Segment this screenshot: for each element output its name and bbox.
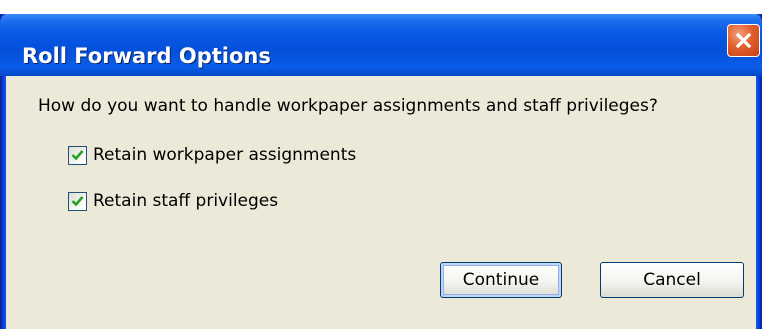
dialog-body: How do you want to handle workpaper assi… (6, 76, 756, 329)
retain-staff-privileges-checkbox[interactable] (68, 191, 87, 211)
retain-workpaper-assignments-checkbox[interactable] (68, 145, 87, 165)
dialog-window: Roll Forward Options How do you want to … (0, 0, 762, 329)
cancel-button[interactable]: Cancel (600, 262, 744, 298)
option-retain-workpaper-assignments[interactable]: Retain workpaper assignments (68, 145, 356, 165)
continue-button[interactable]: Continue (440, 262, 562, 298)
checkmark-icon (71, 196, 84, 207)
window-title: Roll Forward Options (22, 44, 271, 68)
checkmark-icon (71, 150, 84, 161)
option-retain-staff-privileges[interactable]: Retain staff privileges (68, 191, 278, 211)
close-button[interactable] (727, 24, 760, 57)
retain-workpaper-assignments-label[interactable]: Retain workpaper assignments (93, 145, 356, 165)
close-icon (735, 32, 752, 49)
retain-staff-privileges-label[interactable]: Retain staff privileges (93, 191, 278, 211)
dialog-question: How do you want to handle workpaper assi… (38, 96, 658, 116)
title-bar[interactable]: Roll Forward Options (0, 14, 762, 76)
